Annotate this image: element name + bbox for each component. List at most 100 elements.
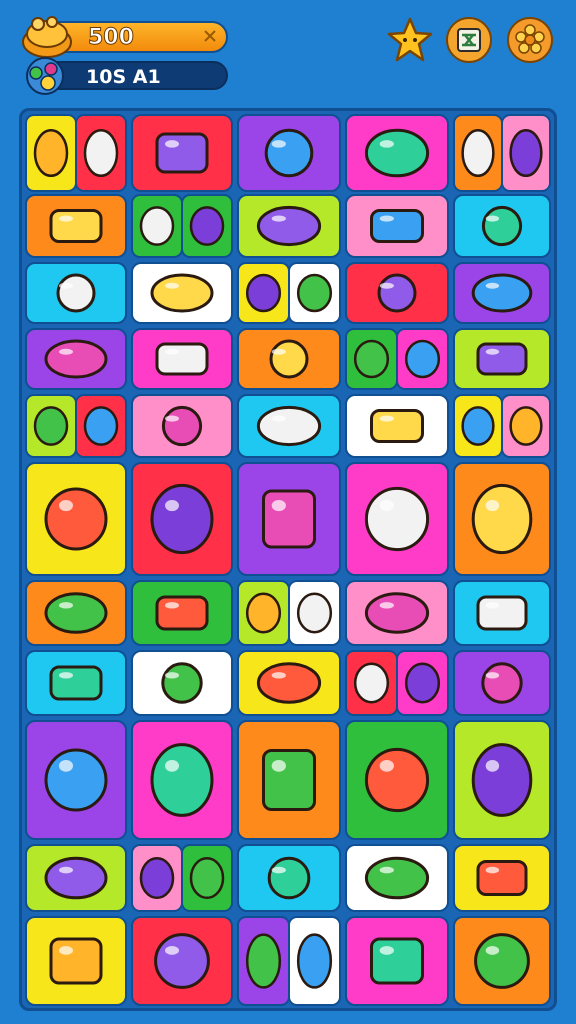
board-tile[interactable] [25,328,127,390]
tile-item-icon [476,860,528,896]
board-tile[interactable] [131,580,233,646]
tile-item-icon [155,595,209,631]
board-tile[interactable] [453,462,551,576]
board-tile[interactable] [131,328,233,390]
level-badge-icon [26,57,64,95]
board-tile[interactable] [131,114,233,192]
settings-card-icon[interactable] [445,16,493,64]
board-tile[interactable] [453,114,551,192]
board-tile[interactable] [25,394,127,458]
board-tile[interactable] [345,328,449,390]
board-tile[interactable] [453,580,551,646]
board-tile[interactable] [131,650,233,716]
tile-shine [271,348,286,355]
tile-item-icon [256,405,322,447]
board-tile[interactable] [131,720,233,840]
tile-item-icon [44,339,108,379]
board-tile[interactable] [25,916,127,1006]
coin-value: 500 [88,25,135,51]
board-tile[interactable] [237,650,341,716]
board-tile[interactable] [345,394,449,458]
tile-item-icon [49,937,103,985]
board-tile[interactable] [345,720,449,840]
board-tile[interactable] [131,394,233,458]
board-tile[interactable] [25,262,127,324]
tile-shine [379,866,394,874]
tile-shine [485,602,500,609]
board-tile[interactable] [237,194,341,258]
tile-shine [379,415,394,422]
board-tile[interactable] [345,580,449,646]
tile-shine [485,759,500,772]
tile-shine [379,499,394,512]
tile-item-icon [296,933,333,989]
board-tile[interactable] [131,916,233,1006]
tile-item-icon [44,592,108,634]
tile-item-icon [296,592,333,634]
tile-shine [379,140,394,148]
board-tile[interactable] [237,394,341,458]
tile-item-icon [256,205,322,247]
tile-shine [59,759,73,772]
board-tile[interactable] [453,650,551,716]
board-tile[interactable] [453,720,551,840]
board-tile[interactable] [131,462,233,576]
board-tile[interactable] [453,916,551,1006]
board-tile[interactable] [345,844,449,912]
board-tile[interactable] [453,844,551,912]
flower-coin-icon[interactable] [506,16,554,64]
board-tile[interactable] [345,114,449,192]
board-tile[interactable] [237,462,341,576]
tile-item-icon [353,662,390,704]
tile-item-icon [139,856,175,900]
board-tile[interactable] [345,650,449,716]
tile-item-icon [370,209,424,243]
tile-item-icon [150,743,214,817]
tile-item-icon [471,743,533,817]
board-tile[interactable] [237,328,341,390]
board-tile[interactable] [237,262,341,324]
board-tile[interactable] [237,844,341,912]
tile-item-icon [262,489,316,549]
board-tile[interactable] [25,462,127,576]
tile-shine [271,759,286,772]
board-tile[interactable] [345,262,449,324]
board-tile[interactable] [345,194,449,258]
board-tile[interactable] [345,462,449,576]
board-tile[interactable] [25,194,127,258]
board-tile[interactable] [25,114,127,192]
tile-shine [271,499,286,512]
board-tile[interactable] [237,114,341,192]
tile-item-icon [461,128,495,178]
board-tile[interactable] [131,844,233,912]
tile-item-icon [471,273,533,313]
board-tile[interactable] [237,580,341,646]
tile-item-icon [44,856,108,900]
board-tile[interactable] [25,580,127,646]
tile-item-icon [404,339,441,379]
board-tile[interactable] [345,916,449,1006]
board-tile[interactable] [25,844,127,912]
tile-shine [59,215,73,222]
tile-shine [59,672,73,679]
tile-shine [485,672,500,679]
tile-shine [165,415,179,422]
tile-item-icon [139,206,175,246]
board-tile[interactable] [237,916,341,1006]
board-tile[interactable] [237,720,341,840]
board-tile[interactable] [131,262,233,324]
tile-shine [59,282,73,289]
board-tile[interactable] [453,194,551,258]
board-tile[interactable] [25,650,127,716]
board-tile[interactable] [453,394,551,458]
board-tile[interactable] [131,194,233,258]
tile-shine [379,215,394,222]
tile-shine [165,672,179,679]
board-tile[interactable] [453,328,551,390]
tile-shine [485,348,500,355]
top-hud: 500 10S A1 [0,0,576,110]
board-tile[interactable] [25,720,127,840]
board-tile[interactable] [453,262,551,324]
star-icon[interactable] [386,16,434,64]
close-icon[interactable] [204,30,216,42]
